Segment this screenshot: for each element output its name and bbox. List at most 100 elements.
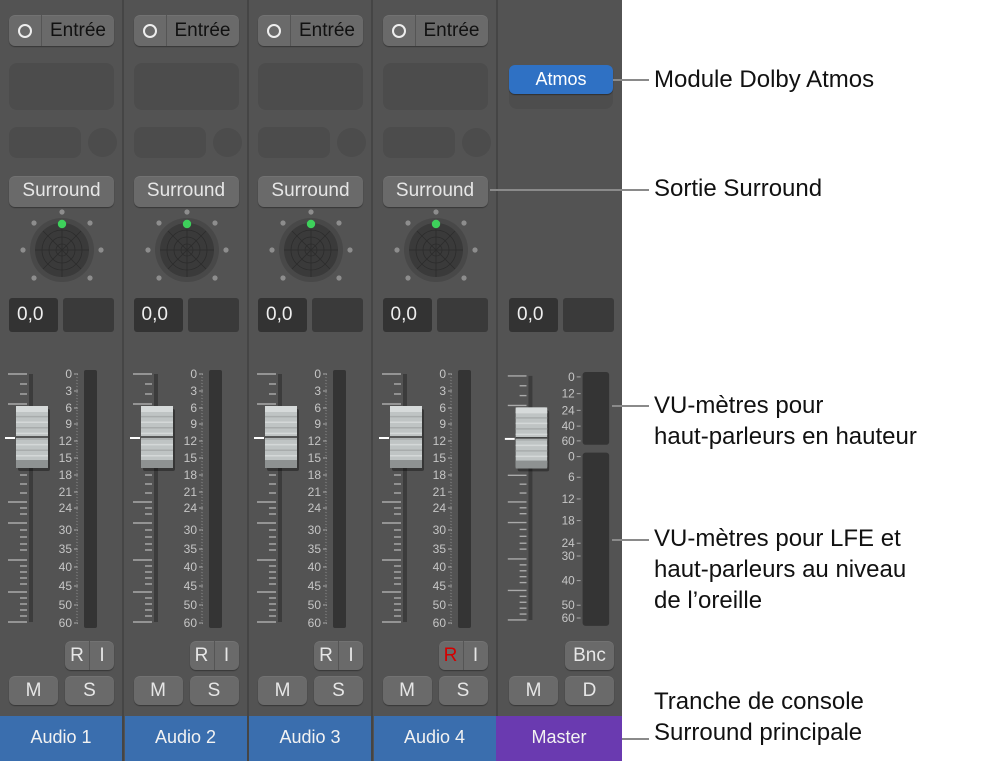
surround-panner[interactable] (269, 208, 353, 292)
meter-dot (200, 550, 203, 553)
meter-dot (75, 592, 79, 595)
meter-dot (75, 436, 79, 439)
solo-button[interactable]: S (314, 676, 363, 705)
mute-button[interactable]: M (258, 676, 307, 705)
mute-button[interactable]: M (382, 676, 432, 705)
meter-dot (75, 553, 79, 556)
meter-dot (200, 589, 203, 592)
audio-fx-slot[interactable] (133, 63, 239, 110)
channel-name-bar[interactable]: Audio 3 (249, 716, 371, 761)
meter-dot (200, 517, 203, 520)
callout-surround-output: Sortie Surround (654, 175, 823, 202)
meter-dot (200, 427, 203, 430)
send-slot[interactable] (258, 127, 330, 158)
input-monitor-toggle[interactable] (9, 15, 42, 46)
send-level-knob[interactable] (337, 128, 366, 157)
volume-field[interactable]: 0,0 (258, 298, 307, 332)
send-slot[interactable] (133, 127, 206, 158)
output-surround-button[interactable]: Surround (382, 176, 488, 207)
audio-fx-slot[interactable] (382, 63, 488, 110)
output-surround-button[interactable]: Surround (9, 176, 114, 207)
input-slot[interactable]: Entrée (9, 15, 114, 46)
send-level-knob[interactable] (461, 128, 491, 157)
fader-and-meter[interactable]: 0 3 6 9 12 15 18 21 24 30 35 40 45 50 60 (125, 360, 249, 630)
mute-button[interactable]: M (133, 676, 183, 705)
dim-button[interactable]: D (565, 676, 614, 705)
fader-cap[interactable] (140, 406, 175, 471)
solo-button[interactable]: S (189, 676, 239, 705)
audio-fx-slot[interactable] (9, 63, 114, 110)
input-slot[interactable]: Entrée (133, 15, 239, 46)
meter-dot (324, 421, 328, 424)
record-enable-button[interactable]: R (65, 641, 90, 670)
input-monitoring-button[interactable]: I (464, 641, 488, 670)
meter-dot (449, 496, 452, 499)
solo-button[interactable]: S (65, 676, 114, 705)
meter-dot (75, 496, 79, 499)
meter-dot (200, 436, 203, 439)
fader-cap[interactable] (16, 406, 50, 471)
volume-field[interactable]: 0,0 (133, 298, 183, 332)
meter-scale-label: 18 (308, 468, 322, 482)
meter-scale-label: 30 (59, 523, 73, 537)
input-slot[interactable]: Entrée (258, 15, 363, 46)
send-level-knob[interactable] (88, 128, 117, 157)
meter-scale-label: 40 (308, 560, 322, 574)
output-surround-button[interactable]: Surround (258, 176, 363, 207)
meter-dot (324, 553, 328, 556)
audio-fx-slot[interactable] (258, 63, 363, 110)
send-slot[interactable] (382, 127, 455, 158)
input-monitor-toggle[interactable] (258, 15, 291, 46)
surround-panner[interactable] (393, 208, 478, 292)
volume-field[interactable]: 0,0 (9, 298, 58, 332)
bounce-button[interactable]: Bnc (565, 641, 614, 670)
fader-cap[interactable] (265, 406, 299, 471)
mute-button[interactable]: M (9, 676, 58, 705)
solo-button[interactable]: S (438, 676, 488, 705)
meter-scale-label: 60 (59, 616, 73, 630)
meter-scale-label: 21 (308, 485, 322, 499)
channel-name-bar[interactable]: Audio 4 (373, 716, 496, 761)
input-monitoring-button[interactable]: I (339, 641, 363, 670)
input-monitoring-button[interactable]: I (90, 641, 114, 670)
input-slot[interactable]: Entrée (382, 15, 488, 46)
meter-dot (449, 607, 452, 610)
fader-and-meter[interactable]: 0 3 6 9 12 15 18 21 24 30 35 40 45 50 60 (249, 360, 373, 630)
meter-dot (449, 502, 452, 505)
meter-dot (200, 505, 203, 508)
input-monitor-toggle[interactable] (134, 15, 167, 46)
surround-panner[interactable] (144, 208, 229, 292)
meter-dot (449, 478, 452, 481)
fader-and-meter[interactable]: 0 3 6 9 12 15 18 21 24 30 35 40 45 50 60 (374, 360, 498, 630)
meter-dot (324, 550, 328, 553)
surround-panner[interactable] (20, 208, 104, 292)
output-surround-button[interactable]: Surround (133, 176, 239, 207)
channel-name-bar[interactable]: Master (496, 716, 622, 761)
record-enable-button[interactable]: R (439, 641, 464, 670)
fader-and-meter[interactable]: 0 3 6 9 12 15 18 21 24 30 35 40 45 50 60 (0, 360, 124, 630)
input-monitor-toggle[interactable] (383, 15, 416, 46)
meter-dot (449, 541, 452, 544)
channel-name-bar[interactable]: Audio 1 (0, 716, 122, 761)
meter-dot (449, 451, 452, 454)
meter-dot (324, 595, 328, 598)
input-monitoring-button[interactable]: I (215, 641, 239, 670)
volume-field[interactable]: 0,0 (509, 298, 558, 332)
meter-dot (449, 532, 452, 535)
channel-name-bar[interactable]: Audio 2 (124, 716, 247, 761)
meter-dot (200, 376, 203, 379)
fader-cap[interactable] (515, 407, 550, 472)
send-level-knob[interactable] (212, 128, 242, 157)
fader-cap[interactable] (389, 406, 424, 471)
volume-field[interactable]: 0,0 (382, 298, 432, 332)
meter-dot (449, 475, 452, 478)
record-enable-button[interactable]: R (314, 641, 339, 670)
meter-dot (75, 475, 79, 478)
record-enable-button[interactable]: R (190, 641, 215, 670)
dolby-atmos-plugin-button[interactable]: Atmos (509, 65, 613, 94)
send-slot[interactable] (9, 127, 81, 158)
meter-dot (324, 502, 328, 505)
channel-strip-4: Entrée Surround 0,0 0 3 6 9 12 15 18 21 24 30 35 40… (373, 0, 498, 761)
mute-button[interactable]: M (509, 676, 558, 705)
level-meter (208, 370, 222, 628)
